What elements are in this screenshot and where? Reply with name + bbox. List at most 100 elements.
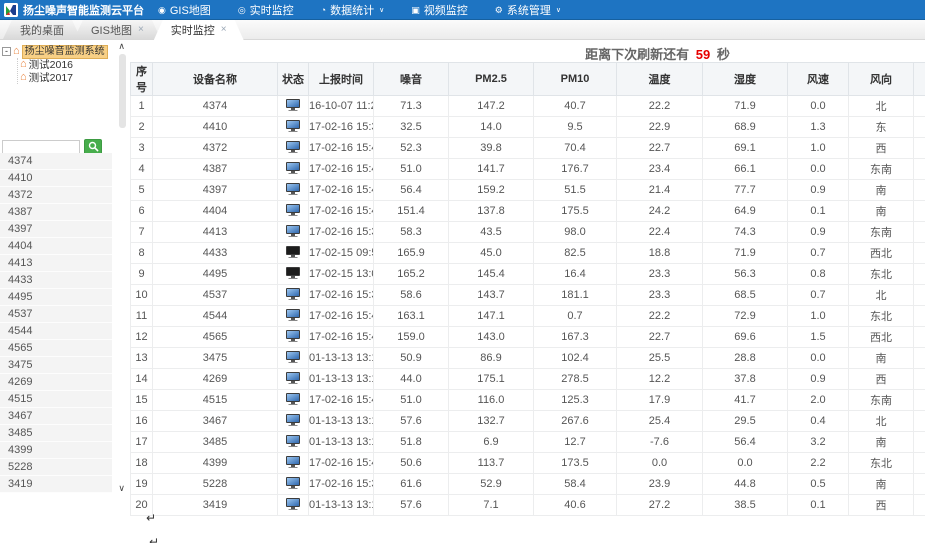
- device-list-item[interactable]: 4387: [0, 204, 112, 221]
- scroll-down-icon[interactable]: ∨: [118, 484, 125, 493]
- cell-temperature: 22.7: [617, 327, 703, 348]
- cell-pm25: 159.2: [449, 180, 534, 201]
- device-list-item[interactable]: 4399: [0, 442, 112, 459]
- cell-pm25: 143.7: [449, 285, 534, 306]
- close-icon[interactable]: ×: [138, 25, 144, 35]
- table-row[interactable]: 9 4495 17-02-15 13:08:14 165.2 145.4 16.…: [131, 264, 925, 285]
- cell-device-name: 4565: [153, 327, 278, 348]
- cell-status: [278, 243, 309, 264]
- device-list-item[interactable]: 4397: [0, 221, 112, 238]
- device-list-item[interactable]: 4515: [0, 391, 112, 408]
- table-row[interactable]: 1 4374 16-10-07 11:26:02 71.3 147.2 40.7…: [131, 96, 925, 117]
- table-row[interactable]: 16 3467 01-13-13 13:13:13 57.6 132.7 267…: [131, 411, 925, 432]
- tab-my-desktop[interactable]: 我的桌面: [3, 20, 81, 39]
- monitor-status-icon: [286, 162, 300, 171]
- tab-gis-map[interactable]: GIS地图 ×: [74, 20, 161, 39]
- table-row[interactable]: 18 4399 17-02-16 15:47:45 50.6 113.7 173…: [131, 453, 925, 474]
- cell-status: [278, 264, 309, 285]
- table-row[interactable]: 12 4565 17-02-16 15:45:24 159.0 143.0 16…: [131, 327, 925, 348]
- scroll-up-icon[interactable]: ∧: [118, 42, 125, 51]
- menu-item-realtime-monitor[interactable]: ◎ 实时监控: [238, 2, 294, 18]
- menu-item-system-management[interactable]: ⚙ 系统管理 ∨: [495, 2, 561, 18]
- cell-humidity: 74.3: [703, 222, 788, 243]
- tab-realtime-monitor[interactable]: 实时监控 ×: [154, 20, 244, 40]
- cell-index: 1: [131, 96, 153, 117]
- cell-index: 7: [131, 222, 153, 243]
- cell-pm25: 143.0: [449, 327, 534, 348]
- cell-device-name: 5228: [153, 474, 278, 495]
- cell-index: 10: [131, 285, 153, 306]
- cell-index: 5: [131, 180, 153, 201]
- device-list-item[interactable]: 4433: [0, 272, 112, 289]
- table-row[interactable]: 2 4410 17-02-16 15:37:38 32.5 14.0 9.5 2…: [131, 117, 925, 138]
- cell-device-name: 4544: [153, 306, 278, 327]
- top-navbar: 扬尘噪声智能监测云平台 ◉ GIS地图 ◎ 实时监控 ◔ 数据统计 ∨ ▣ 视频…: [0, 0, 925, 20]
- device-list-item[interactable]: 4404: [0, 238, 112, 255]
- cell-temperature: 18.8: [617, 243, 703, 264]
- cell-device-name: 4372: [153, 138, 278, 159]
- monitor-status-icon: [286, 204, 300, 213]
- device-list-item[interactable]: 4544: [0, 323, 112, 340]
- device-list-item[interactable]: 3475: [0, 357, 112, 374]
- device-list-item[interactable]: 3467: [0, 408, 112, 425]
- cell-noise: 50.6: [374, 453, 449, 474]
- table-row[interactable]: 7 4413 17-02-16 15:39:28 58.3 43.5 98.0 …: [131, 222, 925, 243]
- cell-temperature: 21.4: [617, 180, 703, 201]
- table-row[interactable]: 11 4544 17-02-16 15:45:59 163.1 147.1 0.…: [131, 306, 925, 327]
- menu-item-data-statistics[interactable]: ◔ 数据统计 ∨: [321, 2, 385, 18]
- cell-device-name: 4410: [153, 117, 278, 138]
- cell-wind-direction: 西: [849, 495, 914, 516]
- device-list-item[interactable]: 5228: [0, 459, 112, 476]
- cell-temperature: 23.3: [617, 264, 703, 285]
- close-icon[interactable]: ×: [221, 25, 227, 35]
- cell-noise: 58.3: [374, 222, 449, 243]
- tree-node-label[interactable]: 测试2017: [29, 70, 73, 85]
- tree-node-test2017[interactable]: ⌂ 测试2017: [20, 71, 108, 84]
- table-row[interactable]: 19 5228 17-02-16 15:37:00 61.6 52.9 58.4…: [131, 474, 925, 495]
- cell-humidity: 69.6: [703, 327, 788, 348]
- app-logo-icon: [4, 3, 18, 17]
- device-list-item[interactable]: 4410: [0, 170, 112, 187]
- cell-wind-speed: 0.0: [788, 96, 849, 117]
- device-list-item[interactable]: 3419: [0, 476, 112, 493]
- table-row[interactable]: 5 4397 17-02-16 15:41:01 56.4 159.2 51.5…: [131, 180, 925, 201]
- cell-device-name: 4404: [153, 201, 278, 222]
- house-icon: ⌂: [20, 72, 27, 83]
- cell-temperature: 22.4: [617, 222, 703, 243]
- table-row[interactable]: 13 3475 01-13-13 13:13:13 50.9 86.9 102.…: [131, 348, 925, 369]
- cell-noise: 57.6: [374, 495, 449, 516]
- table-row[interactable]: 8 4433 17-02-15 09:52:37 165.9 45.0 82.5…: [131, 243, 925, 264]
- tab-label: GIS地图: [91, 22, 132, 38]
- table-row[interactable]: 14 4269 01-13-13 13:13:13 44.0 175.1 278…: [131, 369, 925, 390]
- tree-collapse-icon[interactable]: -: [2, 47, 11, 56]
- device-list-item[interactable]: 4372: [0, 187, 112, 204]
- scrollbar-thumb[interactable]: [119, 54, 126, 128]
- column-header-wind-speed: 风速: [788, 63, 849, 96]
- cell-pm10: 181.1: [534, 285, 617, 306]
- cell-temperature: 23.9: [617, 474, 703, 495]
- table-row[interactable]: 10 4537 17-02-16 15:39:34 58.6 143.7 181…: [131, 285, 925, 306]
- cell-report-time: 17-02-15 09:52:37: [309, 243, 374, 264]
- monitor-table: 序号 设备名称 状态 上报时间 噪音 PM2.5 PM10 温度 湿度 风速 风…: [130, 62, 925, 516]
- table-row[interactable]: 15 4515 17-02-16 15:43:10 51.0 116.0 125…: [131, 390, 925, 411]
- device-list-item[interactable]: 3485: [0, 425, 112, 442]
- device-list-item[interactable]: 4413: [0, 255, 112, 272]
- table-row[interactable]: 3 4372 17-02-16 15:40:00 52.3 39.8 70.4 …: [131, 138, 925, 159]
- device-list-item[interactable]: 4374: [0, 153, 112, 170]
- table-row[interactable]: 6 4404 17-02-16 15:47:54 151.4 137.8 175…: [131, 201, 925, 222]
- cell-pm25: 175.1: [449, 369, 534, 390]
- table-row[interactable]: 4 4387 17-02-16 15:40:11 51.0 141.7 176.…: [131, 159, 925, 180]
- cell-humidity: 64.9: [703, 201, 788, 222]
- cell-humidity: 56.3: [703, 264, 788, 285]
- device-list-item[interactable]: 4495: [0, 289, 112, 306]
- table-row[interactable]: 20 3419 01-13-13 13:13:13 57.6 7.1 40.6 …: [131, 495, 925, 516]
- cell-noise: 51.8: [374, 432, 449, 453]
- device-list-item[interactable]: 4269: [0, 374, 112, 391]
- device-list-item[interactable]: 4537: [0, 306, 112, 323]
- menu-item-video-monitor[interactable]: ▣ 视频监控: [411, 2, 468, 18]
- table-row[interactable]: 17 3485 01-13-13 13:13:13 51.8 6.9 12.7 …: [131, 432, 925, 453]
- device-list-item[interactable]: 4565: [0, 340, 112, 357]
- menu-item-gis-map[interactable]: ◉ GIS地图: [158, 2, 211, 18]
- cell-empty: [914, 180, 925, 201]
- cell-empty: [914, 138, 925, 159]
